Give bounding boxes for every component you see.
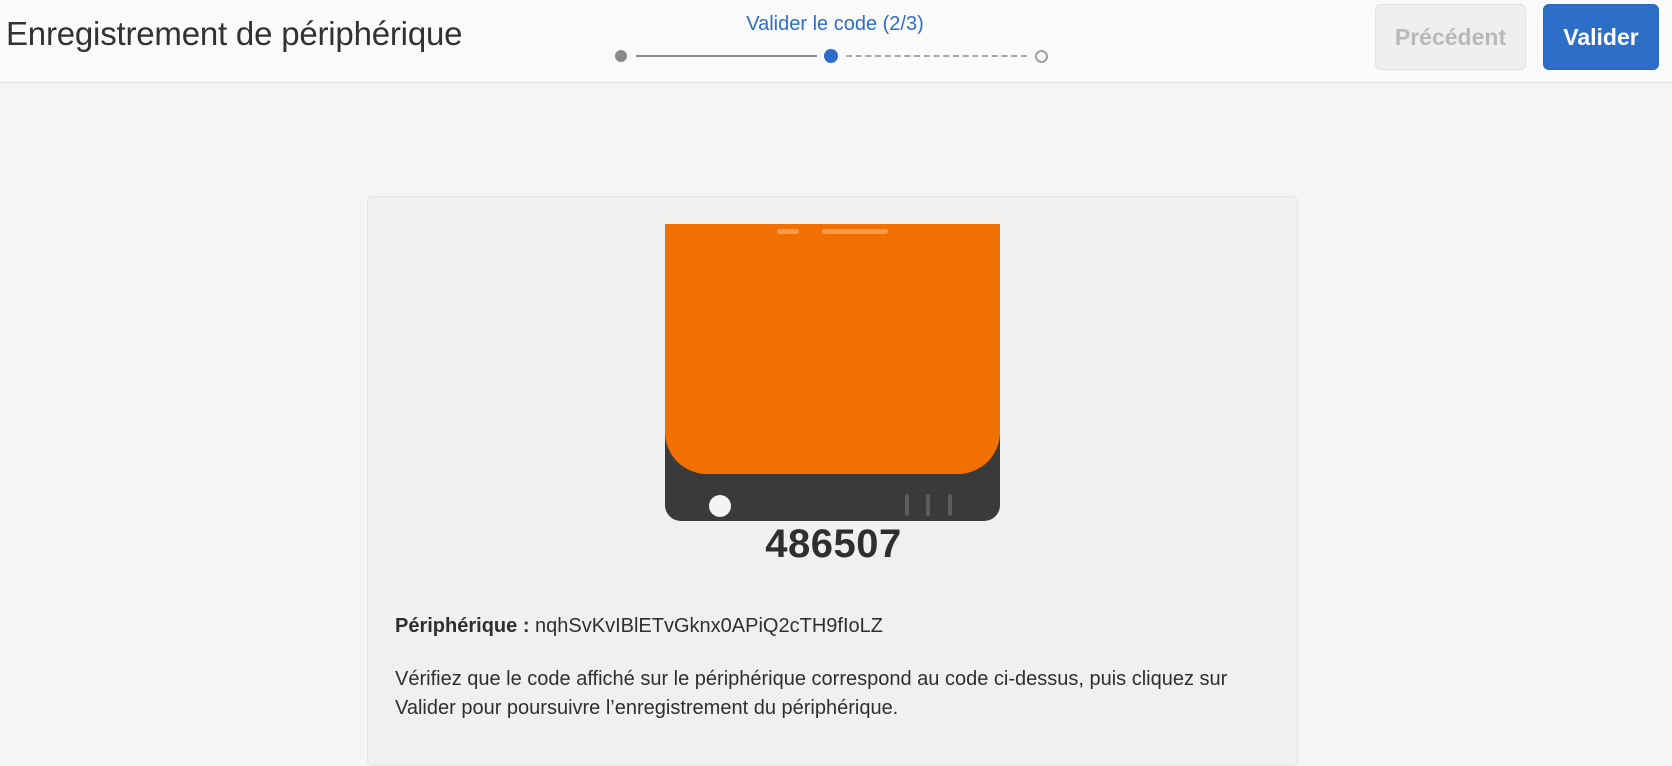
- device-id-label: Périphérique :: [395, 615, 530, 637]
- device-slot: [777, 229, 799, 234]
- verification-card: 486507 Périphérique : nqhSvKvIBlETvGknx0…: [367, 196, 1298, 766]
- previous-button[interactable]: Précédent: [1375, 4, 1526, 70]
- step-connector-completed: [636, 55, 817, 57]
- page-title: Enregistrement de périphérique: [6, 15, 463, 52]
- device-screen: [665, 224, 1000, 474]
- device-id-line: Périphérique : nqhSvKvIBlETvGknx0APiQ2cT…: [395, 615, 883, 638]
- device-power-button: [709, 495, 731, 517]
- device-vent: [926, 494, 930, 516]
- device-vent: [948, 494, 952, 516]
- step-3-dot: [1035, 50, 1048, 63]
- step-2-dot: [824, 49, 838, 63]
- step-1-dot: [615, 50, 627, 62]
- device-illustration-icon: [665, 224, 1000, 521]
- device-vent: [905, 494, 909, 516]
- progress-stepper: Valider le code (2/3): [610, 10, 1060, 70]
- verification-code: 486507: [765, 522, 902, 566]
- device-slot: [822, 229, 888, 234]
- device-id-value: nqhSvKvIBlETvGknx0APiQ2cTH9fIoLZ: [535, 615, 883, 637]
- validate-button[interactable]: Valider: [1543, 4, 1659, 70]
- instructions-text: Vérifiez que le code affiché sur le péri…: [395, 668, 1228, 719]
- top-bar: Enregistrement de périphérique Valider l…: [0, 0, 1672, 83]
- step-connector-pending: [846, 55, 1027, 57]
- step-label: Valider le code (2/3): [746, 13, 924, 35]
